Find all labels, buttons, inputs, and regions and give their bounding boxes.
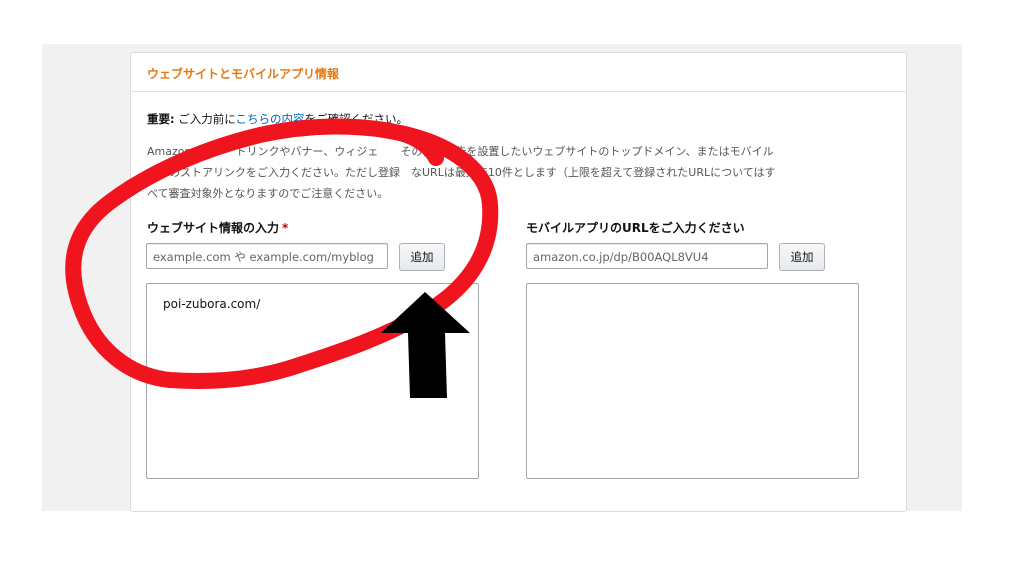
notice-text-end: をご確認ください。 (304, 112, 409, 126)
notice-link[interactable]: こちらの内容 (236, 112, 305, 126)
mobile-label: モバイルアプリのURLをご入力ください (526, 221, 745, 235)
website-entry: poi-zubora.com/ (163, 297, 261, 311)
website-list-box[interactable]: poi-zubora.com/ (146, 283, 479, 479)
website-info-panel: ウェブサイトとモバイルアプリ情報 重要: ご入力前にこちらの内容をご確認ください… (130, 52, 907, 512)
description-line: のストアリンクをご入力ください。ただし登録 なURLは最大で10件とします（上限… (147, 166, 776, 179)
panel-header: ウェブサイトとモバイルアプリ情報 (131, 53, 906, 92)
mobile-add-button[interactable]: 追加 (779, 243, 825, 271)
mobile-url-input[interactable]: amazon.co.jp/dp/B00AQL8VU4 (526, 243, 768, 269)
description-line: Amazon トリンクやバナー、ウィジェ その他の広告を設置したいウェブサイトの… (147, 145, 774, 158)
notice-text: ご入力前に (174, 112, 236, 126)
website-label: ウェブサイト情報の入力 * (147, 219, 288, 236)
website-label-text: ウェブサイト情報の入力 (147, 221, 280, 235)
mobile-list-box[interactable] (526, 283, 859, 479)
description-line: べて審査対象外となりますのでご注意ください。 (147, 187, 389, 200)
section-title: ウェブサイトとモバイルアプリ情報 (147, 67, 340, 81)
important-notice: 重要: ご入力前にこちらの内容をご確認ください。 (147, 111, 408, 127)
website-url-input[interactable]: example.com や example.com/myblog (146, 243, 388, 269)
website-add-button[interactable]: 追加 (399, 243, 445, 271)
notice-prefix: 重要: (147, 112, 175, 126)
required-mark: * (282, 221, 289, 235)
description: Amazon トリンクやバナー、ウィジェ その他の広告を設置したいウェブサイトの… (147, 141, 892, 204)
